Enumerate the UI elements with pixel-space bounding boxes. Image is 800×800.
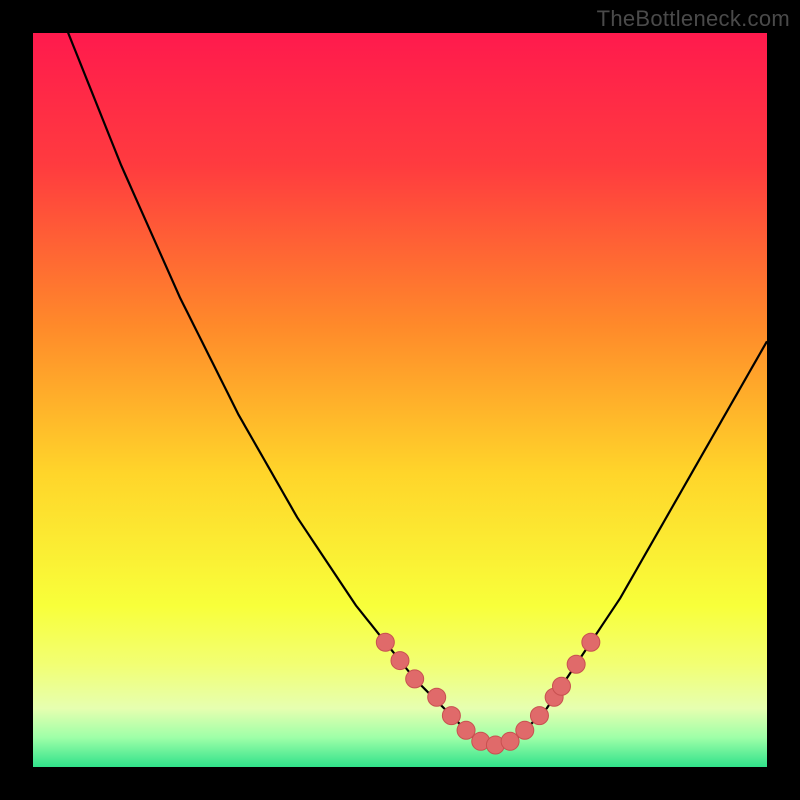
data-point	[428, 688, 446, 706]
data-point	[391, 652, 409, 670]
data-point	[582, 633, 600, 651]
data-point	[567, 655, 585, 673]
data-point	[457, 721, 475, 739]
watermark-text: TheBottleneck.com	[597, 6, 790, 32]
data-point	[406, 670, 424, 688]
data-point	[516, 721, 534, 739]
chart-stage: TheBottleneck.com	[0, 0, 800, 800]
data-point	[501, 732, 519, 750]
chart-svg	[0, 0, 800, 800]
data-point	[552, 677, 570, 695]
data-point	[530, 707, 548, 725]
data-point	[376, 633, 394, 651]
data-point	[442, 707, 460, 725]
